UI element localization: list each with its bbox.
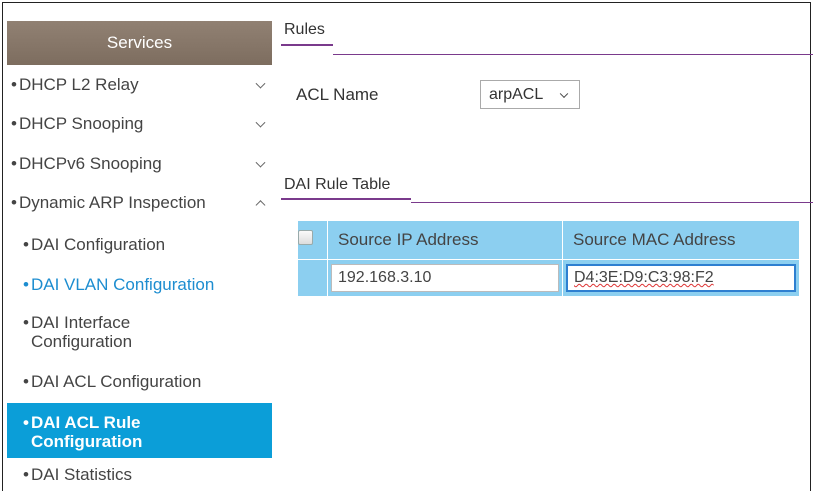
sidebar-item-label: DHCP L2 Relay [18, 74, 139, 94]
sidebar-subitem-dai-interface-configuration[interactable]: • DAI Interface Configuration [7, 303, 272, 358]
rules-divider [333, 54, 813, 55]
sidebar-subitem-label: DAI Interface Configuration [30, 313, 133, 351]
sidebar-item-label: DHCPv6 Snooping [18, 153, 162, 173]
chevron-down-icon [255, 78, 266, 89]
table-header-row: Source IP Address Source MAC Address [297, 220, 800, 260]
acl-name-value: arpACL [489, 85, 544, 103]
acl-name-label: ACL Name [296, 84, 379, 104]
bullet: • [11, 153, 17, 173]
bullet: • [23, 234, 29, 254]
select-all-cell [297, 220, 328, 260]
sidebar-subitem-label: DAI ACL Configuration [30, 372, 202, 391]
bullet: • [11, 193, 17, 213]
sidebar-subitem-dai-acl-configuration[interactable]: • DAI ACL Configuration [7, 358, 272, 403]
acl-name-row: ACL Name arpACL [296, 80, 580, 109]
sidebar-subitem-label: DAI Statistics [30, 464, 133, 484]
bullet: • [23, 413, 29, 432]
sidebar: Services • DHCP L2 Relay • DHCP Snooping… [7, 21, 272, 489]
source-ip-cell: 192.168.3.10 [327, 259, 563, 297]
source-ip-input[interactable]: 192.168.3.10 [331, 264, 559, 292]
main-content: Rules ACL Name arpACL DAI Rule Table Sou… [281, 20, 813, 490]
select-all-checkbox[interactable] [298, 230, 313, 245]
sidebar-subitem-dai-statistics[interactable]: • DAI Statistics [7, 458, 272, 492]
source-mac-cell: D4:3E:D9:C3:98:F2 [562, 259, 800, 297]
bullet: • [23, 313, 29, 332]
chevron-down-icon [559, 89, 569, 98]
sidebar-item-dhcp-l2-relay[interactable]: • DHCP L2 Relay [7, 65, 272, 105]
source-ip-value: 192.168.3.10 [338, 269, 432, 286]
chevron-up-icon [255, 200, 266, 211]
sidebar-subitem-dai-acl-rule-configuration[interactable]: • DAI ACL Rule Configuration [7, 403, 272, 458]
sidebar-subitem-dai-configuration[interactable]: • DAI Configuration [7, 223, 272, 263]
bullet: • [11, 74, 17, 94]
sidebar-item-label: Dynamic ARP Inspection [18, 193, 206, 213]
sidebar-subitem-dai-vlan-configuration[interactable]: • DAI VLAN Configuration [7, 263, 272, 303]
dai-rule-table-divider [411, 202, 813, 203]
sidebar-item-label: DHCP Snooping [18, 114, 144, 134]
sidebar-subitem-label: DAI Configuration [30, 234, 166, 254]
bullet: • [23, 372, 29, 391]
dai-rule-table-title: DAI Rule Table [281, 175, 411, 200]
sidebar-item-dynamic-arp-inspection[interactable]: • Dynamic ARP Inspection [7, 184, 272, 224]
bullet: • [23, 274, 29, 294]
sidebar-item-dhcp-snooping[interactable]: • DHCP Snooping [7, 105, 272, 145]
rules-section-title: Rules [281, 20, 333, 46]
dai-rule-table: Source IP Address Source MAC Address 192… [297, 220, 800, 297]
chevron-down-icon [255, 157, 266, 168]
sidebar-item-dhcpv6-snooping[interactable]: • DHCPv6 Snooping [7, 144, 272, 184]
row-select-cell [297, 259, 328, 297]
acl-name-select[interactable]: arpACL [480, 80, 580, 109]
chevron-down-icon [255, 117, 266, 128]
source-mac-value: D4:3E:D9:C3:98:F2 [574, 269, 714, 286]
source-mac-input[interactable]: D4:3E:D9:C3:98:F2 [566, 264, 796, 292]
column-header-source-mac: Source MAC Address [562, 220, 800, 260]
column-header-source-ip: Source IP Address [327, 220, 563, 260]
services-header: Services [7, 21, 272, 65]
table-row: 192.168.3.10 D4:3E:D9:C3:98:F2 [297, 259, 800, 297]
bullet: • [23, 464, 29, 484]
bullet: • [11, 114, 17, 134]
sidebar-subitem-label: DAI ACL Rule Configuration [30, 413, 143, 451]
sidebar-subitem-label: DAI VLAN Configuration [30, 274, 215, 294]
